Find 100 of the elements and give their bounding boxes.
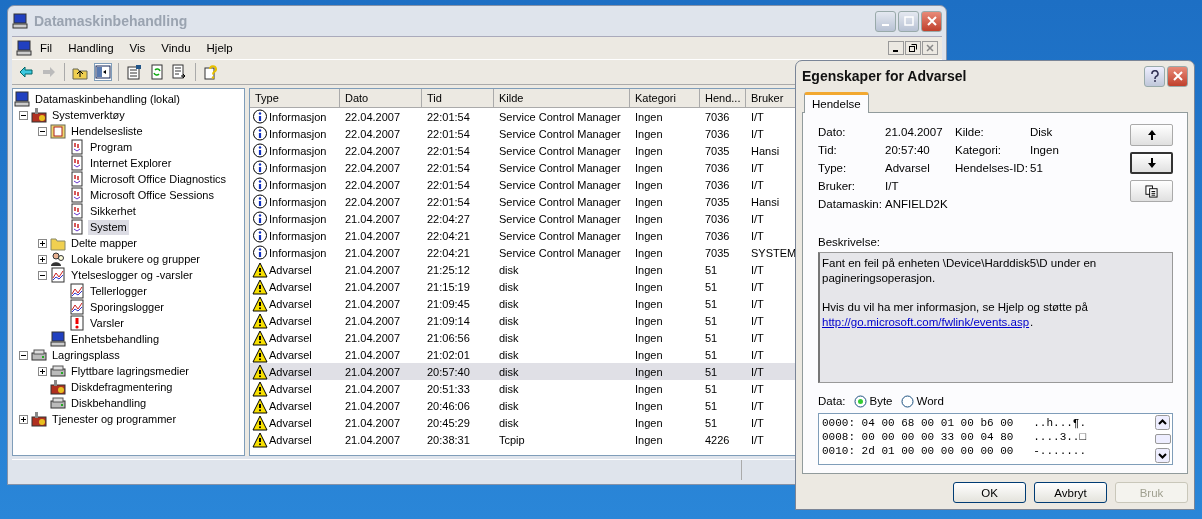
- event-row[interactable]: Advarsel 21.04.2007 20:51:33 disk Ingen 51 I/T: [250, 380, 941, 397]
- table-cell: Informasjon: [269, 212, 327, 225]
- expand-icon[interactable]: [38, 366, 47, 376]
- tree-item[interactable]: Diskbehandling: [69, 395, 149, 411]
- tab[interactable]: Hendelse: [804, 92, 869, 113]
- copy-button[interactable]: [1130, 180, 1173, 202]
- column-header[interactable]: Kilde: [494, 89, 630, 107]
- scroll-up-icon[interactable]: [1155, 415, 1170, 431]
- table-cell: 21.04.2007: [345, 331, 401, 344]
- tree-item[interactable]: Sikkerhet: [88, 203, 138, 219]
- table-cell: 51: [705, 331, 718, 344]
- column-header[interactable]: Hend...: [700, 89, 746, 107]
- help-icon[interactable]: [203, 64, 219, 80]
- table-cell: I/T: [751, 382, 764, 395]
- tree-item[interactable]: Internet Explorer: [88, 155, 174, 171]
- scroll-down-icon[interactable]: [1155, 448, 1170, 463]
- table-cell: Hansi: [751, 144, 780, 157]
- tree-item[interactable]: Systemverktøy: [50, 107, 127, 123]
- tree-item[interactable]: Datamaskinbehandling (lokal): [33, 91, 182, 107]
- properties-icon[interactable]: [126, 64, 142, 80]
- help-link[interactable]: http://go.microsoft.com/fwlink/events.asp: [822, 314, 1030, 330]
- table-cell: 51: [705, 297, 718, 310]
- collapse-icon[interactable]: [38, 126, 47, 136]
- event-row[interactable]: Advarsel 21.04.2007 21:02:01 disk Ingen 51 I/T: [250, 346, 941, 363]
- menu-item[interactable]: Hjelp: [198, 42, 241, 54]
- table-cell: Informasjon: [269, 110, 327, 123]
- tree-item[interactable]: System: [88, 219, 129, 235]
- column-header[interactable]: Dato: [340, 89, 422, 107]
- expand-icon[interactable]: [19, 414, 28, 424]
- previous-button[interactable]: [1130, 124, 1173, 146]
- menu-item[interactable]: Vindu: [153, 42, 199, 54]
- table-cell: 22.04.2007: [345, 144, 401, 157]
- expand-icon[interactable]: [38, 254, 47, 264]
- column-header[interactable]: Type: [250, 89, 340, 107]
- minimize-button[interactable]: [888, 41, 904, 55]
- tree-item[interactable]: Diskdefragmentering: [69, 379, 175, 395]
- collapse-icon[interactable]: [19, 110, 28, 120]
- table-cell: Informasjon: [269, 246, 327, 259]
- table-cell: 7036: [705, 127, 730, 140]
- tree-item[interactable]: Tellerlogger: [88, 283, 149, 299]
- table-cell: I/T: [751, 331, 764, 344]
- table-cell: 22.04.2007: [345, 127, 401, 140]
- field-label: Dato:: [818, 126, 847, 138]
- table-cell: Informasjon: [269, 161, 327, 174]
- tree-item[interactable]: Hendelsesliste: [69, 123, 145, 139]
- table-cell: I/T: [751, 127, 764, 140]
- event-row[interactable]: Informasjon 21.04.2007 22:04:27 Service Control Manager Ingen 7036 I/T: [250, 210, 941, 227]
- tree-item[interactable]: Enhetsbehandling: [69, 331, 162, 347]
- table-cell: 22:04:21: [427, 229, 470, 242]
- tree-item[interactable]: Microsoft Office Sessions: [88, 187, 216, 203]
- help-button[interactable]: [1144, 65, 1165, 87]
- export-list-icon[interactable]: [172, 64, 188, 80]
- column-header[interactable]: Kategori: [630, 89, 700, 107]
- table-cell: 51: [705, 263, 718, 276]
- table-cell: Informasjon: [269, 229, 327, 242]
- refresh-icon[interactable]: [149, 64, 165, 80]
- table-cell: 22:01:54: [427, 110, 470, 123]
- data-label: Data:: [818, 395, 846, 408]
- tree-item[interactable]: Microsoft Office Diagnostics: [88, 171, 229, 187]
- table-cell: 22:01:54: [427, 161, 470, 174]
- next-button[interactable]: [1130, 152, 1173, 174]
- scrollbar[interactable]: [1154, 414, 1172, 464]
- table-cell: 22.04.2007: [345, 110, 401, 123]
- tree-item[interactable]: Tjenester og programmer: [50, 411, 179, 427]
- collapse-icon[interactable]: [38, 270, 47, 280]
- tree-item[interactable]: Delte mapper: [69, 235, 140, 251]
- scroll-thumb[interactable]: [1155, 434, 1171, 445]
- close-button[interactable]: [921, 10, 942, 32]
- tree-item[interactable]: Ytelseslogger og -varsler: [69, 267, 195, 283]
- radio-button[interactable]: Byte: [853, 394, 893, 408]
- radio-button[interactable]: Word: [900, 394, 944, 408]
- table-cell: 21.04.2007: [345, 416, 401, 429]
- menu-item[interactable]: Fil: [32, 42, 61, 54]
- tree-item[interactable]: Lagringsplass: [50, 347, 122, 363]
- show-tree-icon[interactable]: [95, 64, 111, 80]
- table-cell: 22:01:54: [427, 144, 470, 157]
- dialog-button[interactable]: Avbryt: [1034, 482, 1107, 503]
- field-value: Disk: [1030, 126, 1054, 138]
- expand-icon[interactable]: [38, 238, 47, 248]
- tree-item[interactable]: Flyttbare lagringsmedier: [69, 363, 191, 379]
- table-cell: 51: [705, 314, 718, 327]
- tree-item[interactable]: Lokale brukere og grupper: [69, 251, 203, 267]
- event-row[interactable]: Advarsel 21.04.2007 21:06:56 disk Ingen 51 I/T: [250, 329, 941, 346]
- restore-button[interactable]: [905, 41, 921, 55]
- menu-item[interactable]: Vis: [121, 42, 154, 54]
- collapse-icon[interactable]: [19, 350, 28, 360]
- tree-item[interactable]: Varsler: [88, 315, 127, 331]
- table-cell: 21:25:12: [427, 263, 470, 276]
- warning-icon: [252, 346, 268, 363]
- menu-item[interactable]: Handling: [60, 42, 122, 54]
- toolbox-icon: [31, 107, 47, 123]
- table-cell: disk: [499, 348, 519, 361]
- back-arrow-icon[interactable]: [18, 64, 34, 80]
- tree-item[interactable]: Sporingslogger: [88, 299, 166, 315]
- table-cell: Ingen: [635, 314, 663, 327]
- tree-item[interactable]: Program: [88, 139, 135, 155]
- close-button[interactable]: [1167, 65, 1188, 87]
- dialog-button[interactable]: OK: [953, 482, 1026, 503]
- column-header[interactable]: Tid: [422, 89, 494, 107]
- warning-icon: [252, 278, 268, 295]
